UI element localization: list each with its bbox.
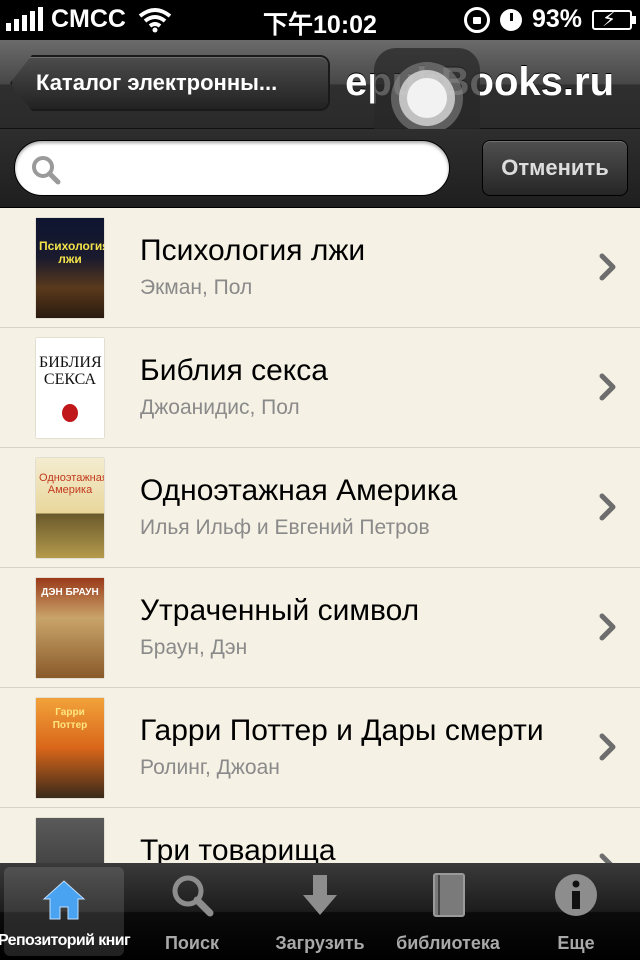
navigation-bar: Каталог электронны... epubBooks.ru [0,40,640,148]
alarm-clock-icon [499,8,522,31]
tab-download[interactable]: Загрузить [256,863,384,960]
search-bar: Отменить [0,129,640,208]
cover-title: Одноэтажная Америка [39,472,104,496]
book-cover: Одноэтажная Америка [36,458,104,558]
book-author: Джоанидис, Пол [140,396,300,419]
battery-charging-icon [592,7,636,32]
tab-label: библиотека [396,933,500,953]
tab-label: Загрузить [275,933,365,953]
book-title: Утраченный символ [140,594,420,627]
book-title: Библия секса [140,354,328,387]
assistive-touch-ring-inner [407,78,447,118]
book-author: Браун, Дэн [140,636,248,659]
book-list: Психология лжи Психология лжи Экман, Пол… [0,208,640,863]
tab-label: Репозиторий книг [0,932,131,949]
cover-title: ДЭН БРАУН [41,587,99,598]
book-title: Три товарища [140,834,336,863]
book-row[interactable]: Одноэтажная Америка Одноэтажная Америка … [0,448,640,568]
book-author: Экман, Пол [140,276,253,299]
cover-title: Гарри Поттер [52,707,88,731]
chevron-right-icon [599,853,613,863]
magnifier-icon [32,156,61,185]
home-icon [42,880,86,920]
book-row[interactable]: ДЭН БРАУН Утраченный символ Браун, Дэн [0,568,640,688]
tab-library[interactable]: библиотека [384,863,512,960]
download-icon [303,875,337,915]
search-input[interactable] [71,149,435,189]
status-bar: CMCC 下午10:02 93% [0,0,640,40]
book-cover [36,818,104,863]
book-author: Ролинг, Джоан [140,756,280,779]
battery-percent: 93% [531,5,582,33]
tab-search[interactable]: Поиск [128,863,256,960]
book-cover: ДЭН БРАУН [36,578,104,678]
tab-bar: Репозиторий книг Поиск Загрузить библиот… [0,863,640,960]
tab-label: Еще [557,933,595,953]
book-row[interactable]: БИБЛИЯ СЕКСА Библия секса Джоанидис, Пол [0,328,640,448]
chevron-right-icon [599,613,616,641]
book-row[interactable]: Гарри Поттер Гарри Поттер и Дары смерти … [0,688,640,808]
book-title: Психология лжи [140,234,366,267]
cover-title: Психология лжи [39,239,104,266]
chevron-right-icon [599,733,616,761]
tab-more[interactable]: Еще [512,863,640,960]
chevron-right-icon [599,253,616,281]
search-icon [172,875,214,917]
book-icon [433,873,465,917]
search-field[interactable] [14,140,450,196]
book-title: Гарри Поттер и Дары смерти [140,714,544,747]
cover-title: БИБЛИЯ СЕКСА [39,354,102,388]
cancel-button[interactable]: Отменить [482,140,628,196]
book-row[interactable]: Психология лжи Психология лжи Экман, Пол [0,208,640,328]
rotation-lock-icon [463,6,490,33]
tab-repository[interactable]: Репозиторий книг [0,867,131,956]
chevron-right-icon [599,493,616,521]
back-button[interactable]: Каталог электронны... [10,55,330,111]
chevron-right-icon [599,373,616,401]
book-title: Одноэтажная Америка [140,474,458,507]
book-author: Илья Ильф и Евгений Петров [140,516,430,539]
book-cover: БИБЛИЯ СЕКСА [36,338,104,438]
status-right: 93% [463,5,636,34]
book-row[interactable]: Три товарища [0,808,640,863]
book-cover: Гарри Поттер [36,698,104,798]
info-icon [555,874,597,916]
tab-label: Поиск [164,933,220,953]
book-cover: Психология лжи [36,218,104,318]
